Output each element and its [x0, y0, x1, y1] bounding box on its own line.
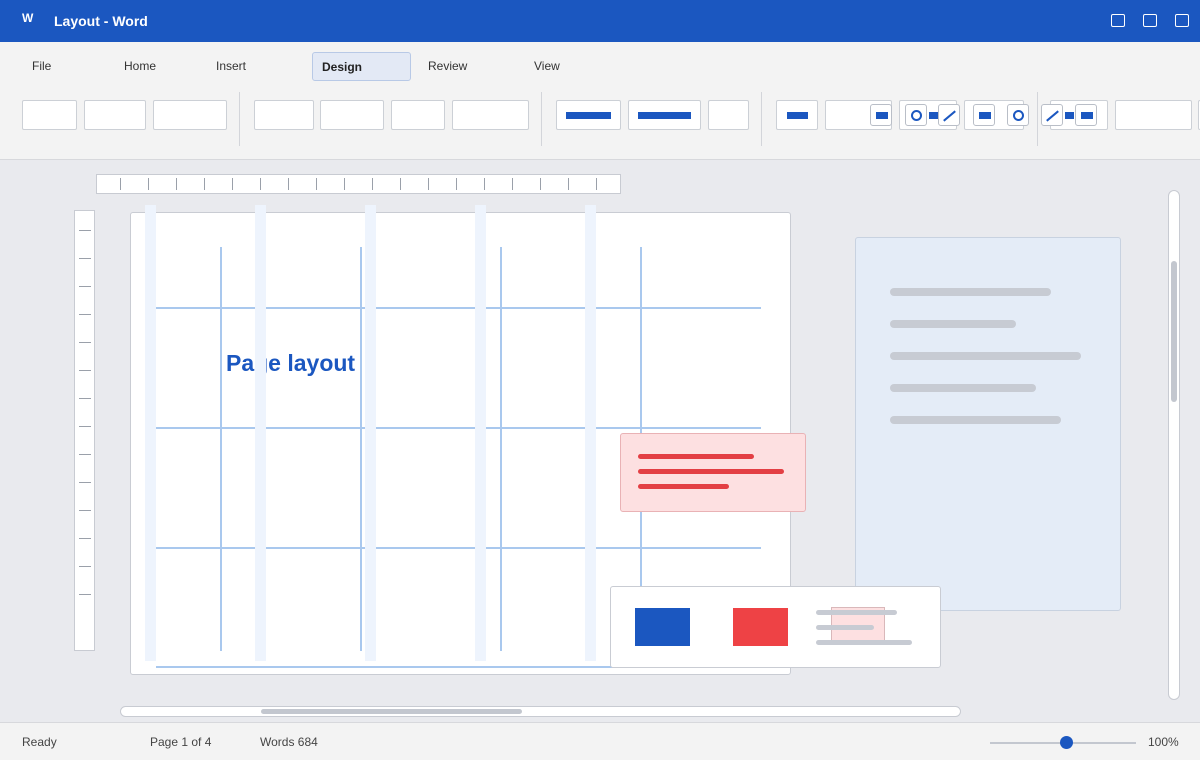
tab-insert[interactable]: Insert — [216, 52, 246, 81]
status-bar: Ready Page 1 of 4 Words 684 100% — [0, 722, 1200, 760]
zoom-level[interactable]: 100% — [1148, 735, 1179, 749]
column-gutter — [145, 205, 156, 661]
page-heading[interactable]: Page layout — [226, 350, 355, 377]
ribbon-separator — [1037, 92, 1038, 146]
shape-fill-icon — [1065, 112, 1074, 119]
callout-box[interactable] — [620, 433, 806, 512]
close-icon[interactable] — [1175, 14, 1189, 27]
layout-guide-horizontal — [156, 547, 761, 549]
rectangle-shape-icon[interactable] — [1075, 104, 1097, 126]
line-shape-icon[interactable] — [938, 104, 960, 126]
minimize-icon[interactable] — [1111, 14, 1125, 27]
rectangle-shape-icon[interactable] — [870, 104, 892, 126]
ribbon-button[interactable] — [391, 100, 445, 130]
word-app-icon: W — [22, 11, 34, 25]
rectangle-shape-icon[interactable] — [973, 104, 995, 126]
horizontal-ruler[interactable] — [96, 174, 621, 194]
ribbon-button[interactable] — [22, 100, 77, 130]
style-bar-icon — [638, 112, 691, 119]
red-swatch[interactable] — [733, 608, 788, 646]
ribbon-button[interactable] — [708, 100, 749, 130]
style-swatch-panel — [610, 586, 941, 668]
ribbon-separator — [239, 92, 240, 146]
ribbon-button[interactable] — [84, 100, 146, 130]
column-gutter — [475, 205, 486, 661]
tab-home[interactable]: Home — [124, 52, 156, 81]
shape-fill-icon — [929, 112, 938, 119]
tab-design[interactable]: Design — [312, 52, 411, 81]
style-bar-icon — [566, 112, 611, 119]
column-gutter — [255, 205, 266, 661]
circle-shape-icon[interactable] — [1007, 104, 1029, 126]
layout-guide-horizontal — [156, 307, 761, 309]
vertical-ruler[interactable] — [74, 210, 95, 651]
layout-guide-horizontal — [156, 427, 761, 429]
status-ready: Ready — [22, 735, 57, 749]
page-count[interactable]: Page 1 of 4 — [150, 735, 211, 749]
line-shape-icon[interactable] — [1041, 104, 1063, 126]
layout-guide-vertical — [220, 247, 222, 651]
ribbon: File Home Insert Design Review View — [0, 42, 1200, 160]
word-count[interactable]: Words 684 — [260, 735, 318, 749]
tab-review[interactable]: Review — [428, 52, 467, 81]
layout-guide-vertical — [360, 247, 362, 651]
title-bar: W Layout - Word — [0, 0, 1200, 42]
tab-view[interactable]: View — [534, 52, 560, 81]
ribbon-button[interactable] — [452, 100, 529, 130]
window-title: Layout - Word — [54, 13, 148, 29]
ribbon-button-shape[interactable] — [776, 100, 818, 130]
ribbon-button-style-wide[interactable] — [628, 100, 701, 130]
layout-guide-vertical — [500, 247, 502, 651]
tab-file[interactable]: File — [32, 52, 51, 81]
vertical-scrollbar[interactable] — [1168, 190, 1180, 700]
zoom-slider-knob[interactable] — [1060, 736, 1073, 749]
blue-swatch[interactable] — [635, 608, 690, 646]
ribbon-button[interactable] — [254, 100, 314, 130]
ribbon-button[interactable] — [1115, 100, 1192, 130]
rectangle-icon — [787, 112, 808, 119]
column-gutter — [365, 205, 376, 661]
ribbon-separator — [761, 92, 762, 146]
ribbon-separator — [541, 92, 542, 146]
ribbon-button-style-wide[interactable] — [556, 100, 621, 130]
circle-shape-icon[interactable] — [905, 104, 927, 126]
column-gutter — [585, 205, 596, 661]
vertical-scroll-thumb[interactable] — [1171, 261, 1177, 402]
page-preview-panel[interactable] — [855, 237, 1121, 611]
maximize-icon[interactable] — [1143, 14, 1157, 27]
ribbon-button[interactable] — [320, 100, 384, 130]
ribbon-button[interactable] — [153, 100, 227, 130]
horizontal-scroll-thumb[interactable] — [261, 709, 522, 714]
horizontal-scrollbar[interactable] — [120, 706, 961, 717]
